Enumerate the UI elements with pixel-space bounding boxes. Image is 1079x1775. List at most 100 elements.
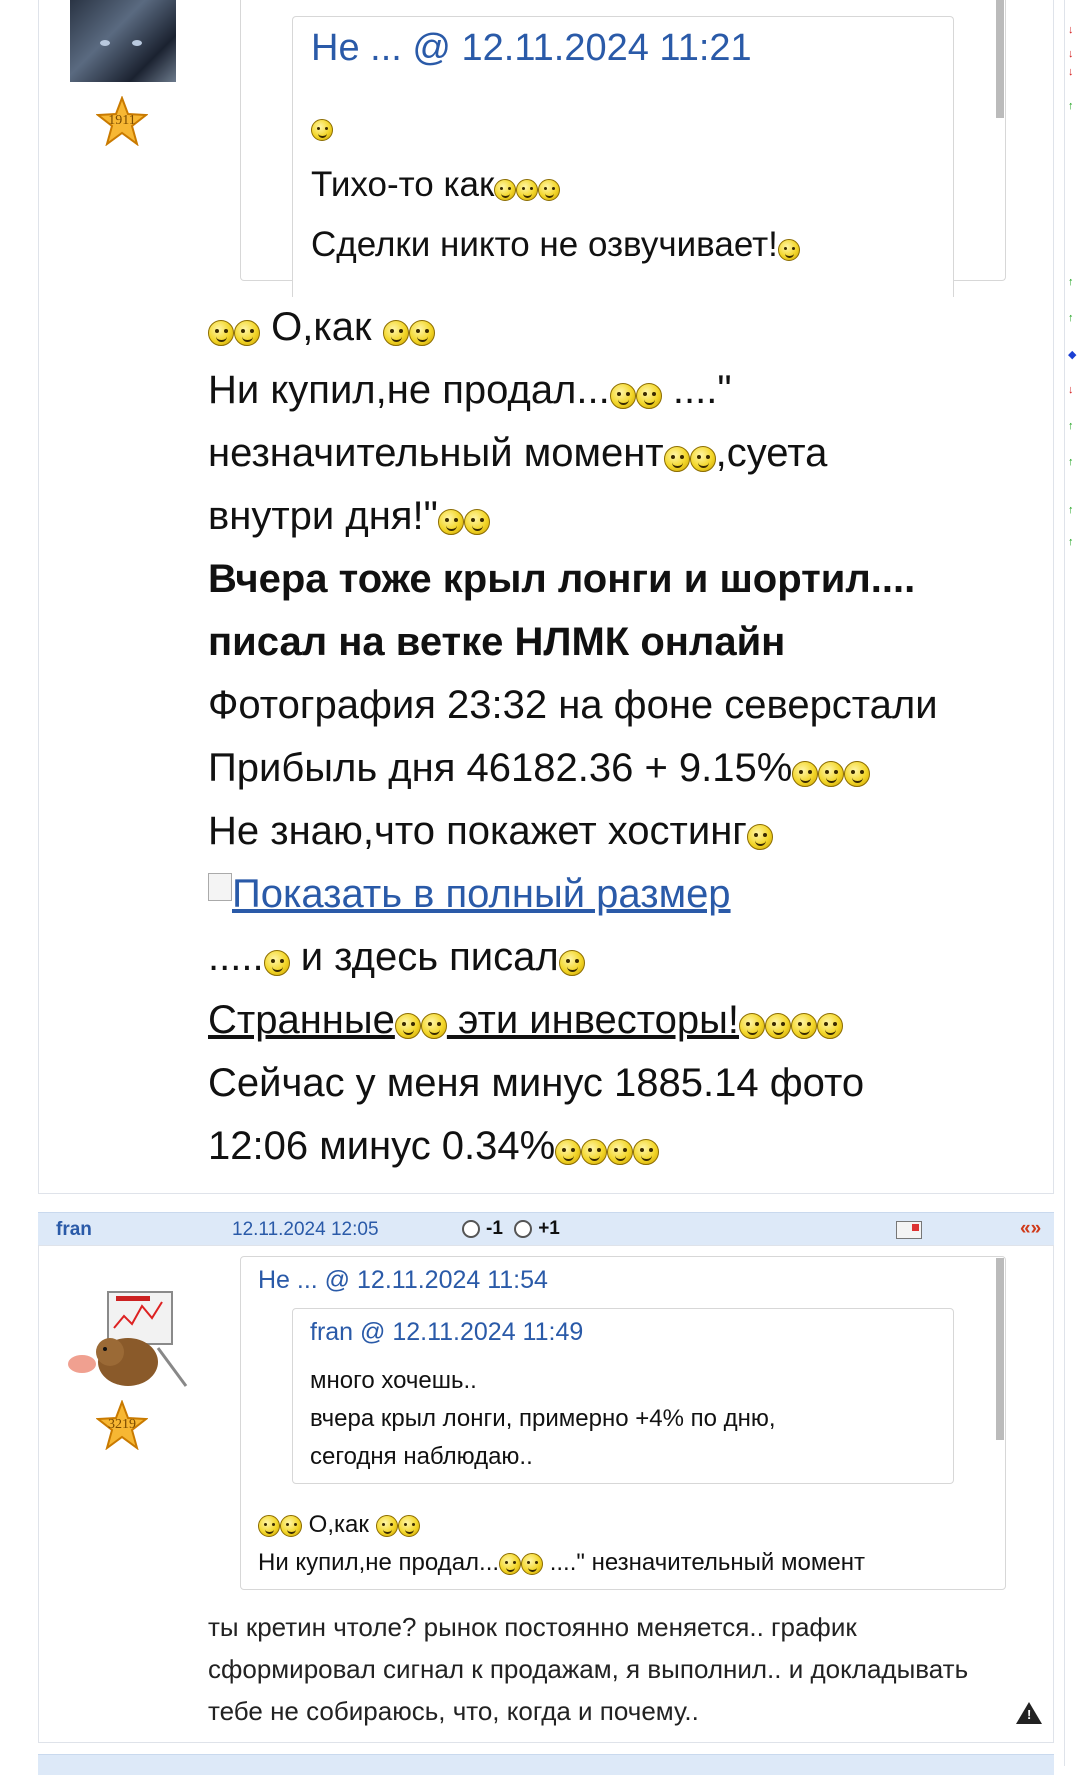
quote-header[interactable]: Не ... @ 12.11.2024 11:21 <box>311 27 752 70</box>
smiley-icon <box>633 1139 660 1165</box>
post-text: и здесь писал <box>289 935 559 979</box>
smiley-icon <box>258 1515 280 1537</box>
nested-quote-block: Не ... @ 12.11.2024 11:21 Тихо-то как Сд… <box>292 16 954 297</box>
smiley-icon <box>792 761 819 787</box>
smiley-icon <box>635 383 662 409</box>
smiley-icon <box>817 1013 844 1039</box>
smiley-icon <box>609 383 636 409</box>
quote-line: О,как <box>308 1511 369 1538</box>
smiley-icon <box>397 1515 420 1537</box>
post-author-link[interactable]: fran <box>56 1219 92 1241</box>
quote-line: Сделки никто не озвучивает! <box>311 225 778 264</box>
post-text: О,как <box>271 305 372 349</box>
quote-body: О,как Ни купил,не продал... ...." незнач… <box>258 1506 865 1582</box>
smiley-icon <box>777 239 800 261</box>
smiley-icon <box>791 1013 818 1039</box>
vote-plus-label: +1 <box>538 1218 560 1239</box>
smiley-icon <box>739 1013 766 1039</box>
up-arrow-icon: ↑ <box>1068 276 1074 288</box>
up-arrow-icon: ↑ <box>1068 100 1074 112</box>
quote-line: Тихо-то как <box>311 165 495 204</box>
post-text: ..... <box>208 935 264 979</box>
post-text: Фотография 23:32 на фоне северстали <box>208 683 938 727</box>
smiley-icon <box>382 320 409 346</box>
nested-quote-header[interactable]: fran @ 12.11.2024 11:49 <box>310 1318 583 1347</box>
quote-line: много хочешь.. <box>310 1367 477 1394</box>
user-avatar[interactable] <box>70 0 176 82</box>
vote-minus-radio[interactable] <box>462 1220 480 1238</box>
smiley-icon <box>521 1553 544 1575</box>
smiley-icon <box>463 509 490 535</box>
smiley-icon <box>581 1139 608 1165</box>
smiley-icon <box>280 1515 302 1537</box>
up-arrow-icon: ↑ <box>1068 420 1074 432</box>
up-arrow-icon: ↑ <box>1068 312 1074 324</box>
post-link[interactable]: Странные эти инвесторы! <box>208 998 739 1042</box>
smiley-icon <box>494 179 517 201</box>
quote-scrollbar[interactable] <box>996 1258 1004 1440</box>
down-arrow-icon: ↓ <box>1068 24 1074 36</box>
smiley-icon <box>746 824 773 850</box>
reply-message-icon[interactable] <box>896 1221 922 1239</box>
down-arrow-icon: ↓ <box>1068 384 1074 396</box>
up-arrow-icon: ↑ <box>1068 536 1074 548</box>
smiley-icon <box>818 761 845 787</box>
post-text: Прибыль дня 46182.36 + 9.15% <box>208 746 793 790</box>
smiley-icon <box>663 446 690 472</box>
post-text: незначительный момент <box>208 431 664 475</box>
smiley-icon <box>844 761 871 787</box>
smiley-icon <box>437 509 464 535</box>
down-arrow-icon: ↓ <box>1068 66 1074 78</box>
post-body: О,как Ни купил,не продал... ...." незнач… <box>208 296 1048 1178</box>
user-rating: 1911 <box>108 113 136 128</box>
report-warning-icon[interactable] <box>1016 1702 1042 1724</box>
quote-header[interactable]: Не ... @ 12.11.2024 11:54 <box>258 1266 548 1295</box>
smiley-icon <box>765 1013 792 1039</box>
smiley-icon <box>689 446 716 472</box>
smiley-icon <box>234 320 260 346</box>
smiley-icon <box>263 950 290 976</box>
post-text: 12:06 минус 0.34% <box>208 1124 556 1168</box>
quote-line: вчера крыл лонги, примерно +4% по дню, <box>310 1405 776 1432</box>
quote-line: сегодня наблюдаю.. <box>310 1443 533 1470</box>
post-text: Сейчас у меня минус 1885.14 фото <box>208 1061 865 1105</box>
smiley-icon <box>516 179 539 201</box>
up-arrow-icon: ↑ <box>1068 504 1074 516</box>
rating-star-icon: 1911 <box>95 95 149 147</box>
quote-body: Тихо-то как Сделки никто не озвучивает! <box>311 155 800 275</box>
vote-minus-label: -1 <box>486 1218 503 1239</box>
full-size-image-link[interactable]: Показать в полный размер <box>232 872 731 916</box>
post-header-bar: fran 12.11.2024 12:05 -1 +1 «» <box>38 1212 1054 1245</box>
post-text: Не знаю,что покажет хостинг <box>208 809 747 853</box>
user-rating: 3219 <box>108 1417 136 1432</box>
smiley-icon <box>394 1013 421 1039</box>
rating-star-icon: 3219 <box>95 1399 149 1451</box>
quote-line: Ни купил,не продал... <box>258 1549 500 1576</box>
smiley-icon <box>208 320 234 346</box>
post-reply-text: ты кретин чтоле? рынок постоянно меняетс… <box>208 1612 969 1726</box>
quote-line: ...." незначительный момент <box>543 1549 865 1576</box>
vote-plus-radio[interactable] <box>514 1220 533 1238</box>
broken-image-icon[interactable] <box>208 873 232 901</box>
post-header-bar <box>38 1754 1054 1775</box>
smiley-icon <box>555 1139 582 1165</box>
smiley-icon <box>420 1013 447 1039</box>
up-arrow-icon: ↑ <box>1068 456 1074 468</box>
post-datetime: 12.11.2024 12:05 <box>232 1219 379 1240</box>
quote-arrows-button[interactable]: «» <box>1020 1218 1041 1240</box>
post-text: ,суета <box>715 431 828 475</box>
smiley-icon <box>375 1515 398 1537</box>
smiley-icon <box>311 119 333 141</box>
down-arrow-icon: ↓ <box>1068 48 1074 60</box>
quote-scrollbar[interactable] <box>996 0 1004 118</box>
post-bold-text: писал на ветке НЛМК онлайн <box>208 620 786 664</box>
nested-quote-body: много хочешь.. вчера крыл лонги, примерн… <box>310 1362 776 1476</box>
vote-controls: -1 +1 <box>462 1218 566 1240</box>
user-avatar[interactable] <box>58 1288 190 1388</box>
diamond-icon: ◆ <box>1068 349 1077 361</box>
smiley-icon <box>538 179 561 201</box>
post-bold-text: Вчера тоже крыл лонги и шортил.... <box>208 557 916 601</box>
post-text: Ни купил,не продал... <box>208 368 610 412</box>
smiley-icon <box>499 1553 522 1575</box>
smiley-icon <box>607 1139 634 1165</box>
